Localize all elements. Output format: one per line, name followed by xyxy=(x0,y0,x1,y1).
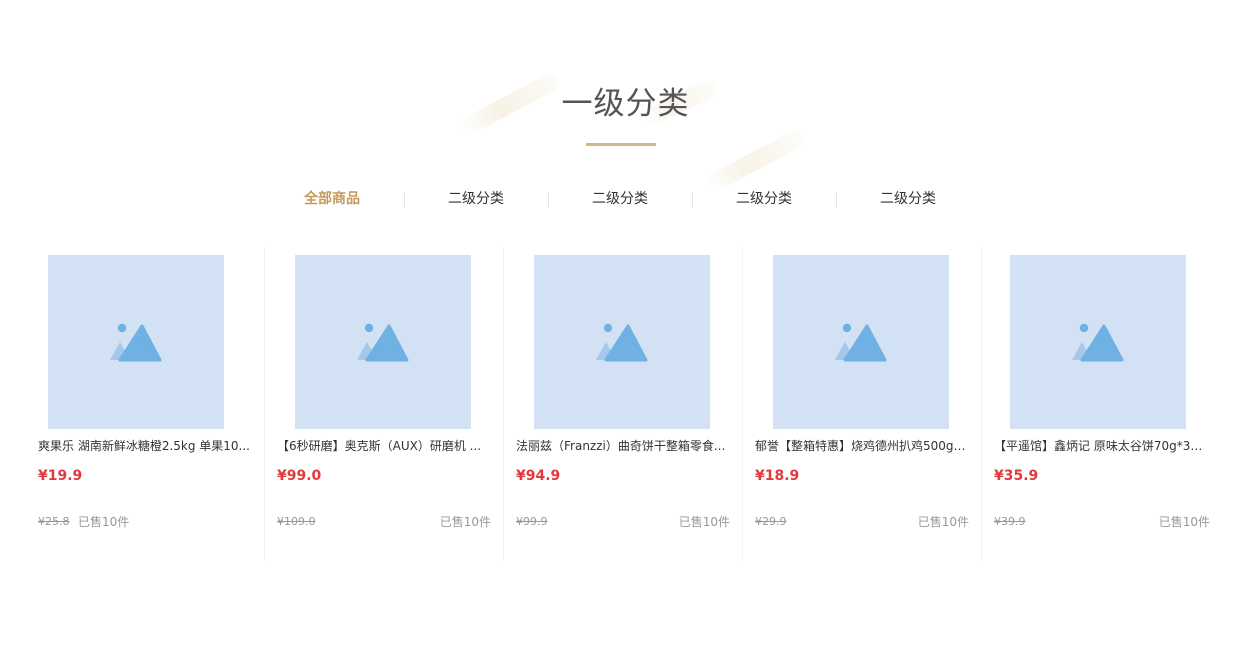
product-original-price: ¥39.9 xyxy=(994,515,1026,528)
product-name[interactable]: 法丽兹（Franzzi）曲奇饼干整箱零食... xyxy=(516,437,729,455)
product-original-price: ¥25.8 xyxy=(38,515,70,528)
product-sold-count: 已售10件 xyxy=(78,515,130,529)
product-sold-count: 已售10件 xyxy=(439,515,491,529)
tab-subcategory[interactable]: 二级分类 xyxy=(548,186,692,214)
tab-subcategory[interactable]: 二级分类 xyxy=(692,186,836,214)
category-page: 一级分类 全部商品 二级分类 二级分类 二级分类 二级分类 爽果乐 湖南新鲜冰糖… xyxy=(0,0,1251,655)
product-name[interactable]: 郁誉【整箱特惠】烧鸡德州扒鸡500g ... xyxy=(755,437,968,455)
tab-all-products[interactable]: 全部商品 xyxy=(260,186,404,214)
product-name[interactable]: 爽果乐 湖南新鲜冰糖橙2.5kg 单果10... xyxy=(38,437,251,455)
product-card[interactable]: 法丽兹（Franzzi）曲奇饼干整箱零食... ¥94.9 ¥99.9 已售10… xyxy=(503,246,742,562)
product-card[interactable]: 【6秒研磨】奥克斯（AUX）研磨机 ... ¥99.0 ¥109.0 已售10件 xyxy=(264,246,503,562)
decorative-brush-stroke xyxy=(702,127,808,195)
product-price: ¥19.9 xyxy=(38,468,83,484)
product-sold-count: 已售10件 xyxy=(917,515,969,529)
product-original-price: ¥29.9 xyxy=(755,515,787,528)
product-sold-count: 已售10件 xyxy=(678,515,730,529)
product-sold-count: 已售10件 xyxy=(1158,515,1210,529)
image-placeholder-icon xyxy=(357,323,409,362)
product-original-price: ¥109.0 xyxy=(277,515,316,528)
product-price: ¥94.9 xyxy=(516,468,561,484)
product-price: ¥99.0 xyxy=(277,468,322,484)
product-image[interactable] xyxy=(48,255,224,429)
product-price: ¥18.9 xyxy=(755,468,800,484)
image-placeholder-icon xyxy=(596,323,648,362)
title-underline xyxy=(586,143,656,146)
product-list: 爽果乐 湖南新鲜冰糖橙2.5kg 单果10... ¥19.9 ¥25.8 已售1… xyxy=(26,246,1226,566)
product-card[interactable]: 郁誉【整箱特惠】烧鸡德州扒鸡500g ... ¥18.9 ¥29.9 已售10件 xyxy=(742,246,981,562)
product-name[interactable]: 【平遥馆】鑫炳记 原味太谷饼70g*30... xyxy=(994,437,1207,455)
product-image[interactable] xyxy=(1010,255,1186,429)
image-placeholder-icon xyxy=(835,323,887,362)
product-card[interactable]: 爽果乐 湖南新鲜冰糖橙2.5kg 单果10... ¥19.9 ¥25.8 已售1… xyxy=(26,246,264,562)
tab-subcategory[interactable]: 二级分类 xyxy=(404,186,548,214)
page-title: 一级分类 xyxy=(561,86,690,122)
product-original-price: ¥99.9 xyxy=(516,515,548,528)
image-placeholder-icon xyxy=(110,323,162,362)
product-image[interactable] xyxy=(295,255,471,429)
category-header: 一级分类 xyxy=(0,0,1251,195)
product-image[interactable] xyxy=(773,255,949,429)
subcategory-tabs: 全部商品 二级分类 二级分类 二级分类 二级分类 xyxy=(260,186,980,214)
product-price: ¥35.9 xyxy=(994,468,1039,484)
tab-subcategory[interactable]: 二级分类 xyxy=(836,186,980,214)
product-name[interactable]: 【6秒研磨】奥克斯（AUX）研磨机 ... xyxy=(277,437,490,455)
product-image[interactable] xyxy=(534,255,710,429)
image-placeholder-icon xyxy=(1072,323,1124,362)
product-card[interactable]: 【平遥馆】鑫炳记 原味太谷饼70g*30... ¥35.9 ¥39.9 已售10… xyxy=(981,246,1220,562)
